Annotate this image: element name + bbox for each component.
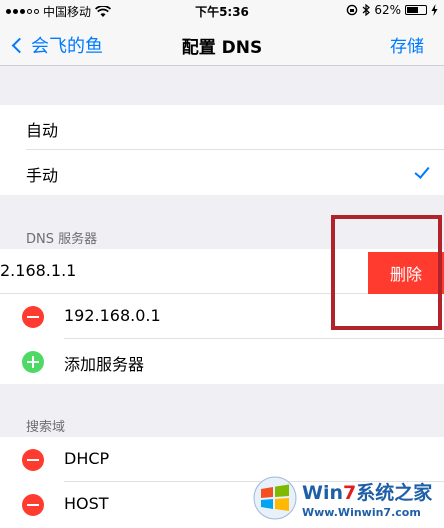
charging-icon <box>431 4 438 16</box>
minus-circle-icon[interactable] <box>22 306 44 328</box>
search-domain-header: 搜索域 <box>26 420 66 435</box>
dns-server-value: 192.168.0.1 <box>64 306 161 325</box>
minus-circle-icon[interactable] <box>22 494 44 516</box>
watermark-text: Win7系统之家 Www.Winwin7.com <box>302 478 432 519</box>
add-server-label: 添加服务器 <box>64 355 145 374</box>
watermark-seven: 7 <box>343 481 357 504</box>
status-bar: 中国移动 下午5:36 62% <box>0 0 444 22</box>
highlight-annotation-box <box>331 215 442 330</box>
search-domain-value: DHCP <box>64 449 110 468</box>
back-button[interactable]: 会飞的鱼 <box>11 32 103 58</box>
search-domain-value: HOST <box>64 494 109 513</box>
battery-percent: 62% <box>374 3 401 17</box>
battery-fill <box>407 7 419 13</box>
windows-logo-icon <box>253 476 297 520</box>
back-button-label: 会飞的鱼 <box>31 36 103 57</box>
mode-option-label: 自动 <box>26 121 59 140</box>
lock-rotation-icon <box>347 4 358 16</box>
battery-icon <box>405 5 427 15</box>
save-button[interactable]: 存储 <box>390 32 424 57</box>
watermark-win: Win <box>302 481 343 504</box>
mode-option-label: 手动 <box>26 166 59 185</box>
checkmark-icon <box>414 163 430 179</box>
mode-option-auto[interactable]: 自动 <box>0 105 444 150</box>
mode-option-manual[interactable]: 手动 <box>0 150 444 195</box>
watermark-brand: 系统之家 <box>356 481 433 504</box>
dns-server-value: 2.168.1.1 <box>0 261 77 280</box>
minus-circle-icon[interactable] <box>22 449 44 471</box>
plus-circle-icon[interactable] <box>22 351 44 373</box>
dns-section-header: DNS 服务器 <box>26 232 98 247</box>
watermark: Win7系统之家 Www.Winwin7.com <box>252 472 442 524</box>
navigation-bar: 会飞的鱼 配置 DNS 存储 <box>0 22 444 66</box>
back-chevron-icon <box>11 37 28 54</box>
add-server-row[interactable]: 添加服务器 <box>0 339 444 384</box>
watermark-title: Win7系统之家 <box>302 478 432 505</box>
watermark-url: Www.Winwin7.com <box>302 505 421 519</box>
bluetooth-icon <box>362 4 371 16</box>
status-bar-right: 62% <box>346 3 438 17</box>
